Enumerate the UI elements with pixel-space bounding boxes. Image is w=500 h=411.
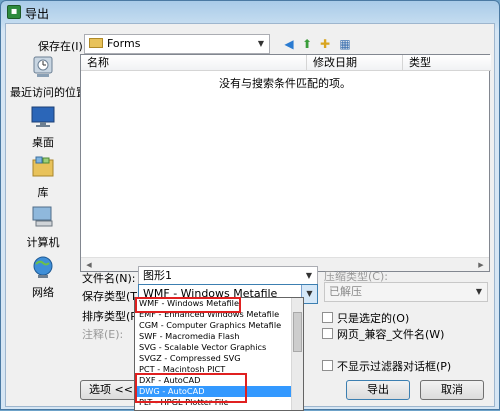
dropdown-option[interactable]: SVG - Scalable Vector Graphics bbox=[135, 342, 303, 353]
chevron-down-icon: ▼ bbox=[475, 287, 483, 296]
place-libraries[interactable]: 库 bbox=[10, 154, 76, 200]
export-button[interactable]: 导出 bbox=[346, 380, 410, 400]
options-button[interactable]: 选项 << bbox=[80, 380, 142, 400]
place-label: 最近访问的位置 bbox=[10, 86, 87, 99]
highlight-box-wmf bbox=[135, 297, 241, 313]
back-icon[interactable]: ◀ bbox=[280, 36, 298, 52]
filename-input[interactable]: 图形1 ▼ bbox=[138, 266, 318, 286]
places-bar: 最近访问的位置 桌面 库 计算机 网络 bbox=[10, 54, 87, 299]
selected-only-checkbox[interactable] bbox=[322, 312, 333, 323]
file-list[interactable]: 名称 修改日期 类型 没有与搜索条件匹配的项。 ◀ ▶ bbox=[80, 54, 491, 272]
save-in-combo[interactable]: Forms ▼ bbox=[84, 34, 270, 54]
empty-message: 没有与搜索条件匹配的项。 bbox=[219, 77, 351, 90]
highlight-box-autocad bbox=[135, 373, 247, 403]
chevron-down-icon: ▼ bbox=[257, 39, 265, 48]
place-network[interactable]: 网络 bbox=[10, 254, 76, 300]
save-in-label: 保存在(I): bbox=[38, 40, 87, 53]
column-header-date[interactable]: 修改日期 bbox=[307, 55, 403, 71]
export-dialog: ▪ 导出 保存在(I): Forms ▼ ◀ ⬆ ✚ ▦ 最近访问的位置 桌面 … bbox=[0, 0, 500, 411]
column-header-name[interactable]: 名称 bbox=[81, 55, 307, 71]
cancel-button[interactable]: 取消 bbox=[420, 380, 484, 400]
place-desktop[interactable]: 桌面 bbox=[10, 104, 76, 150]
web-compatible-checkbox[interactable] bbox=[322, 328, 333, 339]
selected-only-label: 只是选定的(O) bbox=[337, 312, 410, 325]
dropdown-option[interactable]: SWF - Macromedia Flash bbox=[135, 331, 303, 342]
place-label: 桌面 bbox=[32, 136, 54, 149]
scroll-right-icon[interactable]: ▶ bbox=[475, 260, 487, 270]
no-filter-dialog-checkbox[interactable] bbox=[322, 360, 333, 371]
libraries-icon bbox=[28, 154, 58, 180]
save-in-value: Forms bbox=[107, 37, 141, 50]
place-recent[interactable]: 最近访问的位置 bbox=[10, 54, 87, 100]
compression-combo[interactable]: 已解压 ▼ bbox=[324, 282, 488, 302]
window-title: 导出 bbox=[25, 7, 50, 21]
new-folder-icon[interactable]: ✚ bbox=[316, 36, 334, 52]
compression-value: 已解压 bbox=[329, 285, 362, 298]
column-header-type[interactable]: 类型 bbox=[403, 55, 491, 71]
folder-icon bbox=[89, 38, 103, 48]
computer-icon bbox=[28, 204, 58, 230]
desktop-icon bbox=[28, 104, 58, 130]
dropdown-option[interactable]: SVGZ - Compressed SVG bbox=[135, 353, 303, 364]
scroll-left-icon[interactable]: ◀ bbox=[83, 260, 95, 270]
up-folder-icon[interactable]: ⬆ bbox=[298, 36, 316, 52]
title-bar[interactable]: ▪ 导出 bbox=[1, 1, 499, 23]
place-label: 网络 bbox=[32, 286, 54, 299]
no-filter-dialog-label: 不显示过滤器对话框(P) bbox=[337, 360, 452, 373]
chevron-down-icon: ▼ bbox=[305, 271, 313, 280]
place-computer[interactable]: 计算机 bbox=[10, 204, 76, 250]
recent-places-icon bbox=[28, 54, 58, 80]
network-icon bbox=[28, 254, 58, 280]
web-compatible-label: 网页_兼容_文件名(W) bbox=[337, 328, 445, 341]
place-label: 库 bbox=[37, 186, 49, 199]
dropdown-scrollbar[interactable] bbox=[291, 298, 303, 410]
dropdown-option[interactable]: CGM - Computer Graphics Metafile bbox=[135, 320, 303, 331]
scrollbar-thumb[interactable] bbox=[293, 312, 302, 352]
app-icon: ▪ bbox=[7, 5, 21, 19]
place-label: 计算机 bbox=[26, 236, 60, 249]
view-menu-icon[interactable]: ▦ bbox=[336, 36, 354, 52]
filename-value: 图形1 bbox=[143, 269, 172, 282]
filename-label: 文件名(N): bbox=[82, 272, 136, 285]
notes-label: 注释(E): bbox=[82, 328, 124, 341]
